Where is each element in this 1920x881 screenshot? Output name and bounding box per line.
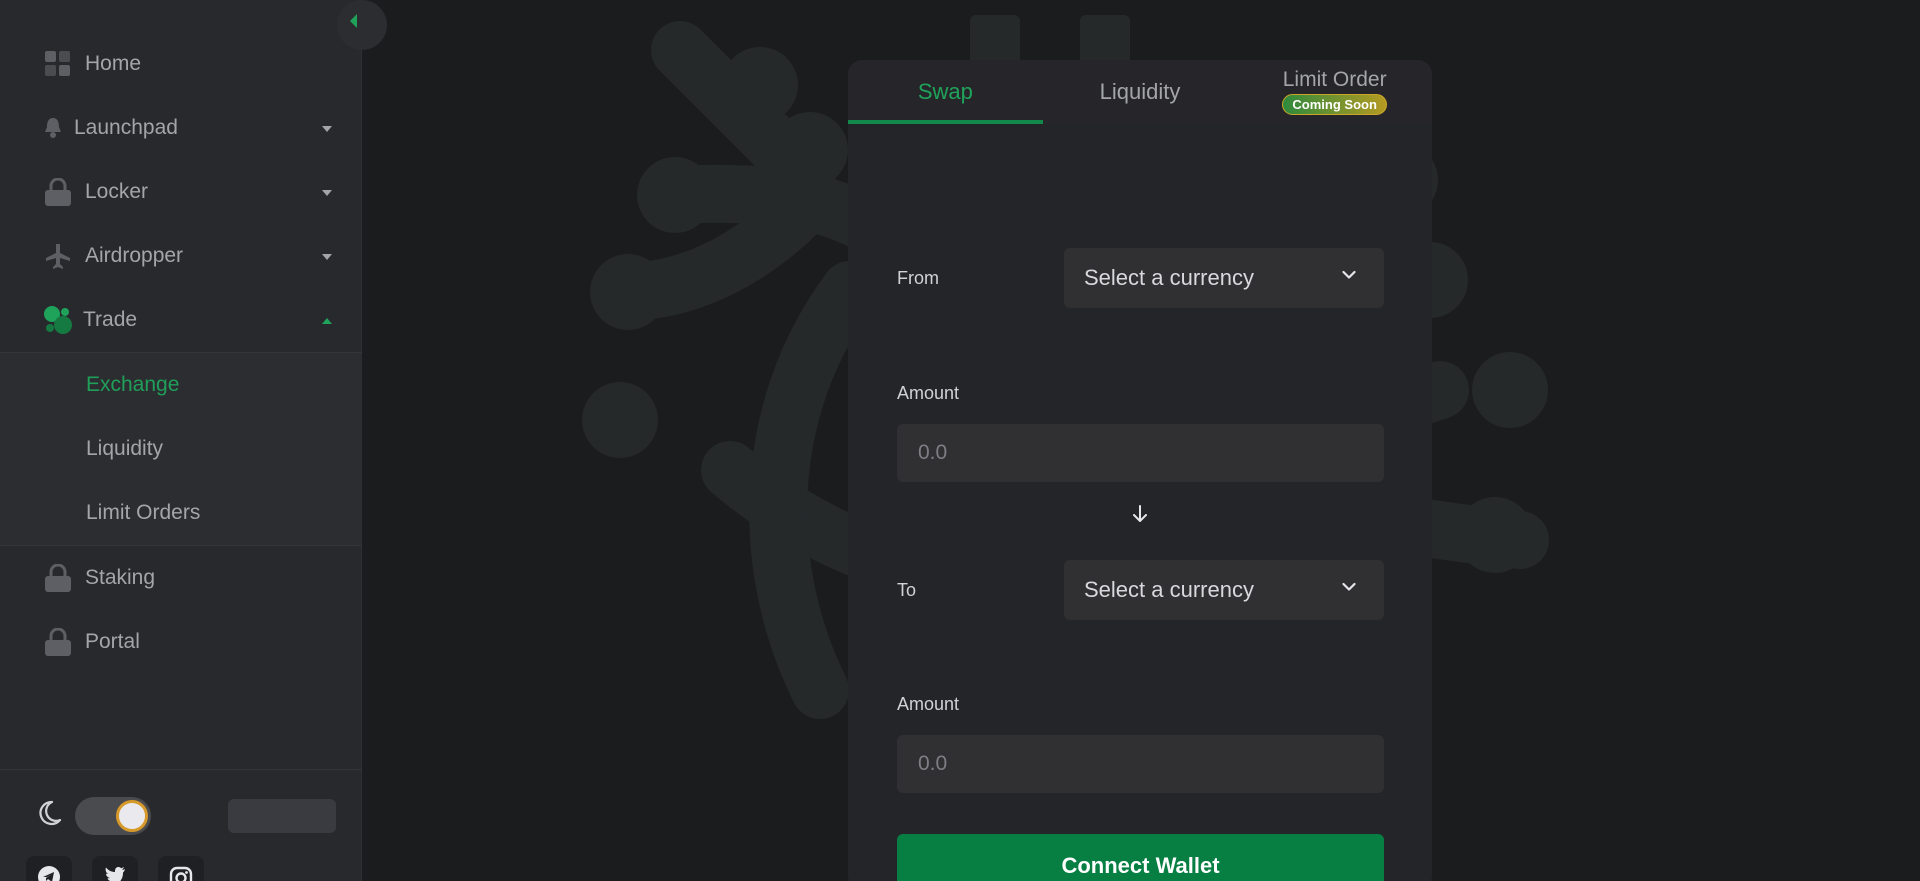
tab-swap[interactable]: Swap [848, 60, 1043, 124]
connect-wallet-button[interactable]: Connect Wallet [897, 834, 1384, 881]
select-label: Select a currency [1084, 265, 1254, 290]
tab-limit-order[interactable]: Limit Order Coming Soon [1237, 60, 1432, 124]
lock-icon [44, 564, 72, 592]
tab-label: Swap [917, 79, 973, 104]
twitter-link[interactable] [92, 856, 138, 881]
lock-icon [44, 178, 72, 206]
theme-toggle[interactable] [75, 797, 151, 835]
twitter-icon [104, 866, 126, 881]
chevron-down-icon [322, 254, 332, 260]
to-amount-label: Amount [897, 694, 960, 714]
tab-liquidity[interactable]: Liquidity [1043, 60, 1238, 124]
sidebar-item-label: Portal [85, 630, 140, 653]
instagram-link[interactable] [158, 856, 204, 881]
trade-submenu: Exchange Liquidity Limit Orders [0, 352, 362, 546]
sidebar-item-portal[interactable]: Portal [0, 610, 362, 674]
sidebar-nav: Home Launchpad Locker Airdropper Trade E… [0, 32, 362, 674]
sidebar-item-label: Locker [85, 180, 149, 203]
tab-label: Liquidity [1099, 79, 1181, 104]
sidebar-item-airdropper[interactable]: Airdropper [0, 224, 362, 288]
sidebar-subitem-exchange[interactable]: Exchange [0, 353, 362, 417]
from-row: From Select a currency [897, 248, 1384, 308]
sidebar-item-locker[interactable]: Locker [0, 160, 362, 224]
sidebar-item-label: Launchpad [74, 116, 178, 139]
telegram-icon [38, 866, 60, 881]
lock-icon [44, 628, 72, 656]
toggle-knob [116, 800, 148, 832]
trade-icon [44, 306, 72, 334]
to-label: To [897, 579, 917, 600]
social-links [26, 856, 204, 881]
chevron-down-icon [1342, 270, 1356, 279]
select-label: Select a currency [1084, 577, 1254, 602]
chevron-down-icon [1342, 582, 1356, 591]
from-amount-label: Amount [897, 383, 960, 403]
tab-label: Limit Order [1282, 68, 1387, 91]
sidebar-collapse-button[interactable] [337, 0, 387, 50]
sidebar-item-label: Airdropper [85, 244, 184, 267]
sidebar: Home Launchpad Locker Airdropper Trade E… [0, 0, 362, 881]
tab-bar: Swap Liquidity Limit Order Coming Soon [848, 60, 1432, 124]
chevron-down-icon [322, 190, 332, 196]
from-amount-input[interactable] [897, 424, 1384, 482]
to-currency-select[interactable]: Select a currency [1064, 560, 1384, 620]
instagram-icon [169, 866, 193, 881]
sidebar-item-staking[interactable]: Staking [0, 546, 362, 610]
airplane-icon [44, 242, 72, 270]
swap-card: Swap Liquidity Limit Order Coming Soon F… [848, 60, 1432, 881]
arrow-down-icon[interactable] [1131, 504, 1149, 524]
sidebar-item-trade[interactable]: Trade [0, 288, 362, 352]
sidebar-item-label: Staking [85, 566, 156, 589]
to-row: To Select a currency [897, 560, 1384, 620]
sidebar-subitem-limit-orders[interactable]: Limit Orders [0, 481, 362, 545]
telegram-link[interactable] [26, 856, 72, 881]
sidebar-footer [0, 769, 362, 881]
to-amount-input[interactable] [897, 735, 1384, 793]
sidebar-item-home[interactable]: Home [0, 32, 362, 96]
coming-soon-badge: Coming Soon [1282, 94, 1387, 115]
sidebar-subitem-liquidity[interactable]: Liquidity [0, 417, 362, 481]
collapse-arrow-icon [350, 14, 357, 28]
language-selector[interactable] [228, 799, 336, 833]
chevron-down-icon [322, 126, 332, 132]
sidebar-item-launchpad[interactable]: Launchpad [0, 96, 362, 160]
sidebar-item-label: Home [85, 52, 142, 75]
from-currency-select[interactable]: Select a currency [1064, 248, 1384, 308]
chevron-up-icon [322, 318, 332, 324]
grid-icon [44, 50, 72, 78]
sidebar-item-label: Trade [83, 308, 138, 331]
moon-icon [38, 800, 62, 831]
bell-icon [44, 114, 62, 142]
from-label: From [897, 267, 939, 288]
